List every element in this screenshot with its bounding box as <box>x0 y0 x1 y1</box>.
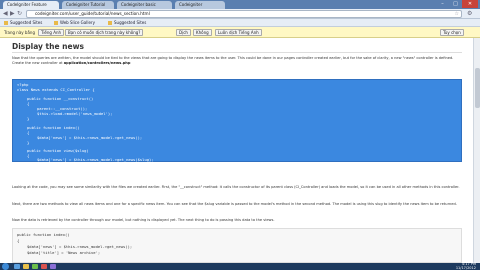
code-line: $this->load->model('news_model'); <box>37 111 113 116</box>
translate-no-button[interactable]: Không <box>193 29 212 36</box>
code-line: } <box>27 116 30 121</box>
bookmark-icon <box>54 21 58 25</box>
always-translate-button[interactable]: Luôn dịch Tiếng Anh <box>215 29 262 36</box>
forward-icon[interactable]: ▶ <box>10 11 16 17</box>
bookmark-icon <box>108 21 112 25</box>
wrench-icon[interactable]: ⚙ <box>467 11 473 17</box>
bookmark-suggested-sites[interactable]: Suggested Sites <box>4 20 42 26</box>
code-line: public function view($slug) <box>27 148 89 153</box>
divider <box>12 52 462 53</box>
back-icon[interactable]: ◀ <box>3 11 9 17</box>
selected-code-block[interactable]: <?php class News extends CI_Controller {… <box>12 79 462 162</box>
bookmark-suggested-sites-2[interactable]: Suggested Sites <box>108 20 146 26</box>
paragraph-methods: Next, there are two methods to view all … <box>12 202 457 206</box>
paragraph-construct: Looking at the code, you may see some si… <box>12 185 460 189</box>
minimize-button[interactable]: – <box>436 0 449 8</box>
code-line: public function index() <box>17 232 70 237</box>
paragraph-passing-data: Now the data is retrieved by the control… <box>12 218 275 222</box>
windows-taskbar: 4:17 PM 11/17/2012 <box>0 262 480 270</box>
tab-codeigniter[interactable]: Codeigniter <box>175 1 225 9</box>
code-line: class News extends CI_Controller { <box>17 87 95 92</box>
code-line: { <box>17 238 20 243</box>
vertical-scrollbar[interactable] <box>473 38 480 263</box>
close-button[interactable]: ✕ <box>462 0 478 8</box>
translate-bar: Trang này bằng Tiếng Anh Bạn có muốn dịc… <box>0 27 480 38</box>
page-content: Display the news Now that the queries ar… <box>0 38 473 263</box>
translate-question: Bạn có muốn dịch trang này không? <box>65 29 144 36</box>
url-text: codeigniter.com/user_guide/tutorial/news… <box>35 11 150 16</box>
section-title: Display the news <box>12 42 84 51</box>
code-line: { <box>27 153 30 158</box>
translate-label: Trang này bằng <box>4 30 35 35</box>
bookmarks-bar: Suggested Sites Web Slice Gallery Sugges… <box>0 19 480 27</box>
code-line: $data['news'] = $this->news_model->get_n… <box>37 157 154 162</box>
start-button-icon[interactable] <box>2 263 9 270</box>
code-line: $data['title'] = 'News archive'; <box>27 250 101 255</box>
code-line: } <box>27 140 30 145</box>
window-controls: – □ ✕ <box>436 0 478 8</box>
code-line: public function __construct() <box>27 96 94 101</box>
code-block-index: public function index() { $data['news'] … <box>12 228 462 263</box>
scrollbar-thumb[interactable] <box>475 68 480 108</box>
title-bar: CodeIgniter Feature Codeigniter Tutorial… <box>0 0 480 9</box>
ie-icon[interactable] <box>14 264 20 269</box>
reload-icon[interactable]: ↻ <box>17 11 23 17</box>
media-icon[interactable] <box>32 264 38 269</box>
code-line: { <box>27 130 30 135</box>
translate-yes-button[interactable]: Dịch <box>176 29 191 36</box>
translate-options-button[interactable]: Tùy chọn <box>440 29 464 36</box>
intro-paragraph: Now that the queries are written, the mo… <box>12 56 454 65</box>
code-line: $data['news'] = $this->news_model->get_n… <box>27 244 133 249</box>
code-line: public function index() <box>27 125 80 130</box>
tab-codeigniter-basic[interactable]: Codeigniter basic <box>117 1 172 9</box>
tab-codeigniter-feature[interactable]: CodeIgniter Feature <box>3 1 59 9</box>
chrome-icon[interactable] <box>41 264 47 269</box>
address-input[interactable]: codeigniter.com/user_guide/tutorial/news… <box>26 10 462 18</box>
code-line: $data['news'] = $this->news_model->get_n… <box>37 135 143 140</box>
system-clock[interactable]: 4:17 PM 11/17/2012 <box>456 262 476 270</box>
folder-icon[interactable] <box>23 264 29 269</box>
tab-codeigniter-tutorial[interactable]: Codeigniter Tutorial <box>62 1 114 9</box>
navigation-bar: ◀ ▶ ↻ codeigniter.com/user_guide/tutoria… <box>0 9 480 19</box>
code-line: { <box>27 101 30 106</box>
intro-path: application/controllers/news.php <box>63 61 131 65</box>
bookmark-web-slice[interactable]: Web Slice Gallery <box>54 20 95 26</box>
bookmark-icon <box>4 21 8 25</box>
star-icon[interactable]: ☆ <box>455 11 459 17</box>
maximize-button[interactable]: □ <box>449 0 462 8</box>
language-select[interactable]: Tiếng Anh <box>38 29 65 36</box>
app-icon[interactable] <box>50 264 56 269</box>
